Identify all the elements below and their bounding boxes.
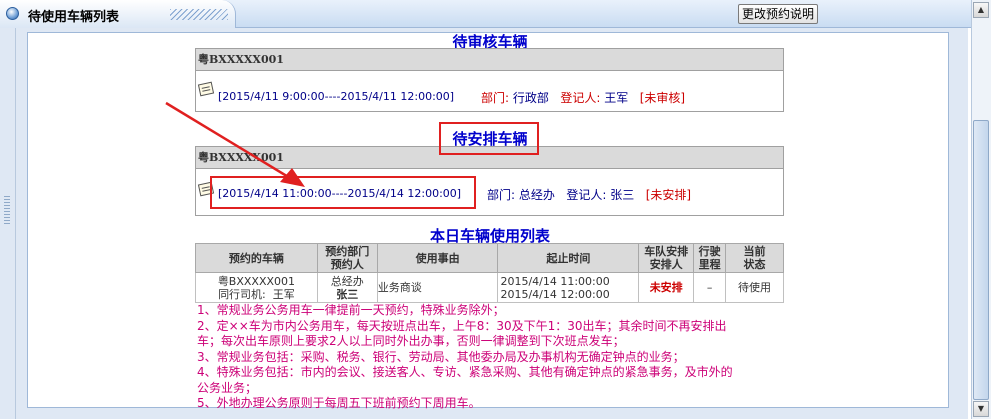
scroll-thumb[interactable] [973, 120, 989, 400]
driver-label: 同行司机: [218, 287, 266, 301]
dept-label: 部门: [487, 188, 516, 202]
rule-line: 1、常规业务公务用车一律提前一天预约，特殊业务除外； [197, 303, 505, 317]
col-status: 当前 状态 [725, 243, 784, 273]
pending-review-card: 粤BXXXXX001 [2015/4/11 9:00:00----2015/4/… [195, 48, 784, 112]
left-splitter[interactable] [0, 28, 16, 419]
cell-reason: 业务商谈 [376, 272, 499, 303]
splitter-grip-icon[interactable] [4, 196, 10, 226]
row-person: 张三 [336, 287, 359, 301]
usage-header-row: 预约的车辆 预约部门 预约人 使用事由 起止时间 车队安排 安排人 行驶 里程 … [195, 243, 784, 273]
registrant-value: 王军 [604, 91, 629, 105]
change-reservation-notes-button[interactable]: 更改预约说明 [738, 4, 818, 24]
cell-status: 待使用 [725, 272, 784, 303]
col-status-line2: 状态 [743, 258, 766, 271]
registrant-label: 登记人: [566, 188, 607, 202]
dept-value: 总经办 [518, 188, 555, 202]
dept-label: 部门: [481, 91, 510, 105]
rule-line: 3、常规业务包括：采购、税务、银行、劳动局、其他委办局及办事机构无确定钟点的业务… [197, 349, 685, 364]
col-dept-line1: 预约部门 [325, 245, 370, 258]
registrant-value: 张三 [610, 188, 635, 202]
col-fleet-line2: 安排人 [649, 258, 683, 271]
col-dept: 预约部门 预约人 [316, 243, 378, 273]
cell-time: 2015/4/14 11:00:00 2015/4/14 12:00:00 [497, 272, 640, 303]
title-hatch-decoration [170, 9, 228, 20]
window-title-bar: 待使用车辆列表 更改预约说明 [0, 0, 971, 28]
col-time: 起止时间 [497, 243, 640, 273]
col-dept-line2: 预约人 [330, 258, 364, 271]
edit-document-icon[interactable] [197, 81, 215, 97]
pending-review-period[interactable]: [2015/4/11 9:00:00----2015/4/11 12:00:00… [218, 90, 454, 103]
row-end: 2015/4/14 12:00:00 [500, 287, 610, 301]
scroll-up-arrow-icon[interactable]: ▲ [973, 2, 989, 18]
col-fleet-line1: 车队安排 [644, 245, 689, 258]
review-status: [未审核] [639, 91, 686, 105]
cell-fleet: 未安排 [638, 272, 695, 303]
col-mileage-line2: 里程 [698, 258, 721, 271]
rule-line: 公务业务； [197, 380, 258, 395]
registrant-label: 登记人: [560, 91, 601, 105]
table-row: 粤BXXXXX001 同行司机: 王军 总经办 张三 业务商谈 2015/4/1… [195, 272, 784, 303]
usage-table: 预约的车辆 预约部门 预约人 使用事由 起止时间 车队安排 安排人 行驶 里程 … [195, 243, 784, 303]
dept-value: 行政部 [512, 91, 549, 105]
rule-line: 车；每次出车原则上要求2人以上同时外出办事，否则一律调整到下次班点发车； [197, 334, 625, 348]
row-driver: 同行司机: 王军 [196, 288, 317, 301]
pending-arrange-meta: 部门: 总经办 登记人: 张三 [未安排] [487, 186, 691, 203]
row-plate: 粤BXXXXX001 [217, 274, 296, 288]
col-fleet: 车队安排 安排人 [638, 243, 695, 273]
arrange-status: [未安排] [645, 188, 692, 202]
pending-review-body: [2015/4/11 9:00:00----2015/4/11 12:00:00… [196, 71, 783, 111]
col-status-line1: 当前 [743, 245, 766, 258]
cell-dept: 总经办 张三 [316, 272, 378, 303]
annotation-box-heading [439, 122, 539, 155]
cell-mileage: – [693, 272, 727, 303]
cell-vehicle: 粤BXXXXX001 同行司机: 王军 [195, 272, 318, 303]
rule-line: 2、定××车为市内公务用车，每天按班点出车，上午8：30及下午1：30出车；其余… [197, 318, 727, 333]
col-mileage: 行驶 里程 [693, 243, 727, 273]
pending-review-meta: 部门: 行政部 登记人: 王军 [未审核] [481, 89, 685, 106]
window-title: 待使用车辆列表 [28, 10, 120, 25]
col-reason: 使用事由 [376, 243, 499, 273]
driver-value: 王军 [272, 287, 295, 301]
collapse-circle-icon[interactable] [6, 7, 19, 20]
row-dept: 总经办 [330, 274, 364, 288]
rule-line: 5、外地办理公务原则于每周五下班前预约下周用车。 [197, 396, 481, 410]
row-start: 2015/4/14 11:00:00 [500, 274, 610, 288]
annotation-box-period [210, 176, 476, 209]
col-mileage-line1: 行驶 [698, 245, 721, 258]
col-vehicle: 预约的车辆 [195, 243, 318, 273]
rule-line: 4、特殊业务包括：市内的会议、接送客人、专访、紧急采购、其他有确定钟点的紧急事务… [197, 365, 733, 379]
scroll-down-arrow-icon[interactable]: ▼ [973, 401, 989, 417]
pending-review-plate: 粤BXXXXX001 [196, 49, 783, 71]
reservation-rules: 1、常规业务公务用车一律提前一天预约，特殊业务除外； 2、定××车为市内公务用车… [197, 303, 797, 412]
